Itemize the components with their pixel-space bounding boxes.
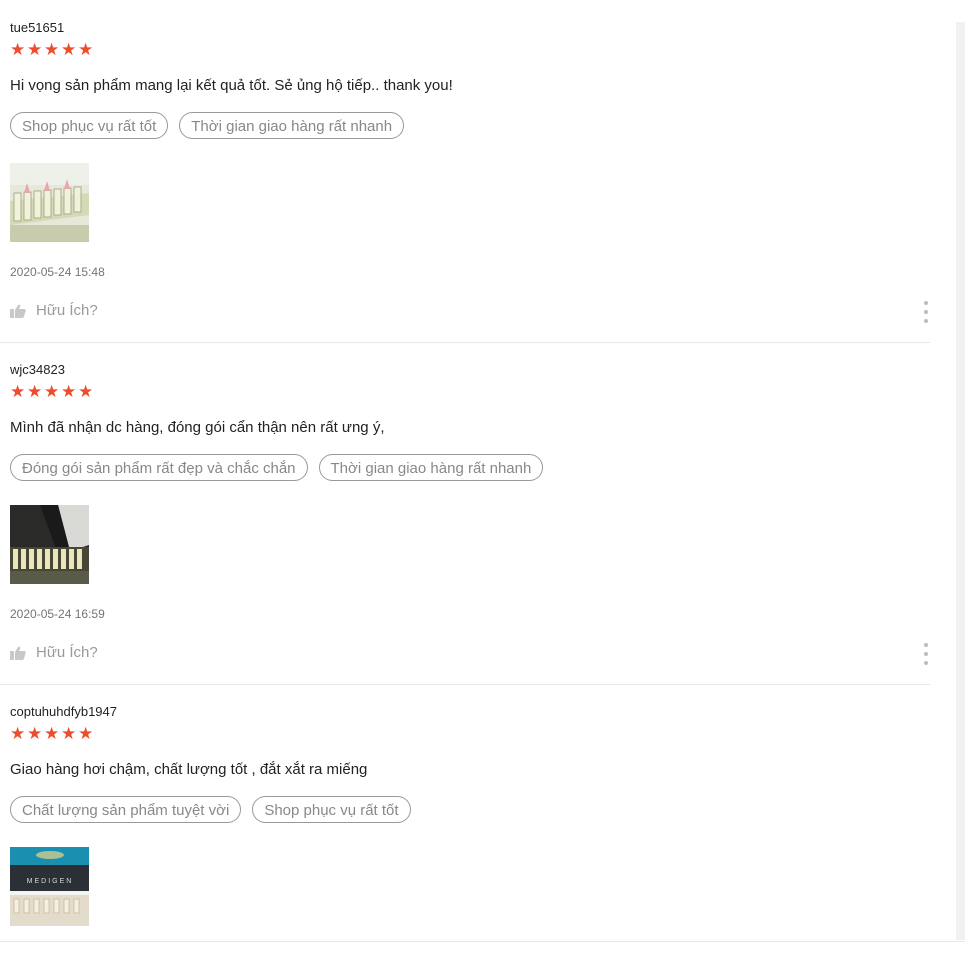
review-item: wjc34823 ★ ★ ★ ★ ★ Mình đã nhận dc hàng,… [0, 342, 930, 685]
rating-stars: ★ ★ ★ ★ ★ [10, 724, 94, 744]
thumbs-up-icon [10, 304, 26, 318]
more-options-icon[interactable] [920, 643, 932, 665]
star-icon: ★ [61, 382, 77, 401]
review-username: coptuhuhdfyb1947 [10, 704, 117, 719]
scrollbar-track[interactable] [956, 22, 965, 940]
helpful-label: Hữu Ích? [36, 644, 98, 661]
review-comment: Hi vọng sản phẩm mang lại kết quả tốt. S… [10, 77, 453, 94]
helpful-label: Hữu Ích? [36, 302, 98, 319]
star-icon: ★ [10, 382, 26, 401]
star-icon: ★ [44, 382, 60, 401]
photo-brand-text: MEDIGEN [27, 878, 74, 885]
review-tag: Shop phục vụ rất tốt [10, 112, 169, 139]
star-icon: ★ [78, 382, 94, 401]
star-icon: ★ [27, 40, 43, 59]
review-username: tue51651 [10, 20, 65, 35]
star-icon: ★ [61, 724, 77, 743]
star-icon: ★ [27, 724, 43, 743]
review-tag: Đóng gói sản phẩm rất đẹp và chắc chắn [10, 454, 308, 481]
review-photo[interactable] [10, 505, 89, 584]
rating-stars: ★ ★ ★ ★ ★ [10, 40, 94, 60]
star-icon: ★ [27, 382, 43, 401]
thumbs-up-icon [10, 646, 26, 660]
star-icon: ★ [78, 40, 94, 59]
review-tags: Shop phục vụ rất tốt Thời gian giao hàng… [10, 112, 405, 139]
review-tag: Shop phục vụ rất tốt [252, 796, 411, 823]
star-icon: ★ [61, 40, 77, 59]
star-icon: ★ [10, 724, 26, 743]
review-tag: Thời gian giao hàng rất nhanh [318, 454, 544, 481]
review-tags: Đóng gói sản phẩm rất đẹp và chắc chắn T… [10, 454, 544, 481]
review-tag: Thời gian giao hàng rất nhanh [179, 112, 405, 139]
star-icon: ★ [44, 724, 60, 743]
review-date: 2020-05-24 16:59 [10, 607, 105, 621]
helpful-button[interactable]: Hữu Ích? [10, 644, 98, 661]
review-username: wjc34823 [10, 362, 65, 377]
star-icon: ★ [10, 40, 26, 59]
review-comment: Giao hàng hơi chậm, chất lượng tốt , đắt… [10, 761, 368, 778]
review-photo[interactable]: MEDIGEN [10, 847, 89, 926]
review-comment: Mình đã nhận dc hàng, đóng gói cẩn thận … [10, 419, 385, 436]
review-photo[interactable] [10, 163, 89, 242]
review-date: 2020-05-24 15:48 [10, 265, 105, 279]
star-icon: ★ [44, 40, 60, 59]
review-item: coptuhuhdfyb1947 ★ ★ ★ ★ ★ Giao hàng hơi… [0, 684, 930, 941]
review-tags: Chất lượng sản phẩm tuyệt vời Shop phục … [10, 796, 411, 823]
review-tag: Chất lượng sản phẩm tuyệt vời [10, 796, 242, 823]
divider [0, 941, 965, 942]
more-options-icon[interactable] [920, 301, 932, 323]
helpful-button[interactable]: Hữu Ích? [10, 302, 98, 319]
review-item: tue51651 ★ ★ ★ ★ ★ Hi vọng sản phẩm mang… [0, 0, 930, 343]
rating-stars: ★ ★ ★ ★ ★ [10, 382, 94, 402]
star-icon: ★ [78, 724, 94, 743]
